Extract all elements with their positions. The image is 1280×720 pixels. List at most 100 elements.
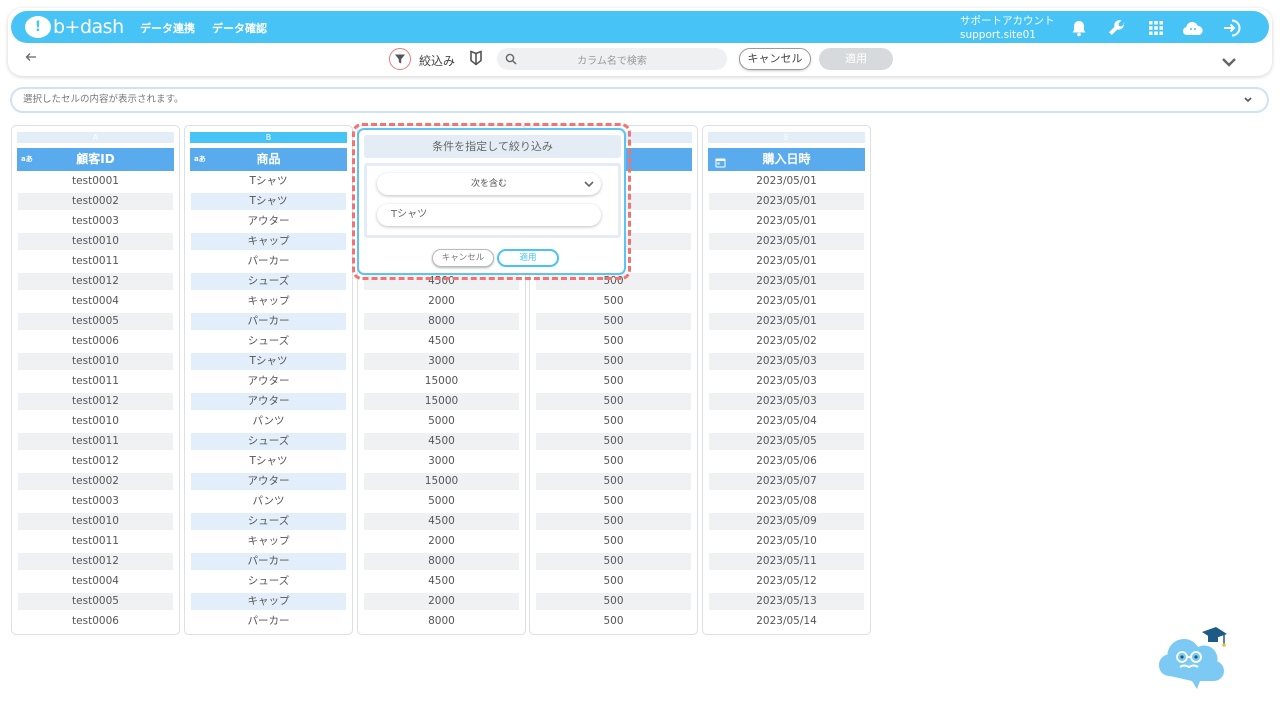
back-arrow-icon[interactable]: [25, 50, 37, 66]
table-cell[interactable]: 2023/05/04: [709, 413, 864, 430]
table-cell[interactable]: 2023/05/10: [709, 533, 864, 550]
table-cell[interactable]: 2023/05/06: [709, 453, 864, 470]
table-cell[interactable]: test0010: [18, 353, 173, 370]
table-cell[interactable]: test0012: [18, 393, 173, 410]
table-cell[interactable]: test0002: [18, 473, 173, 490]
wrench-icon[interactable]: [1106, 17, 1128, 39]
table-cell[interactable]: 500: [536, 393, 691, 410]
table-cell[interactable]: 500: [536, 373, 691, 390]
table-cell[interactable]: test0006: [18, 613, 173, 630]
table-cell[interactable]: 15000: [364, 373, 519, 390]
grid-apps-icon[interactable]: [1145, 17, 1167, 39]
table-cell[interactable]: 500: [536, 553, 691, 570]
table-cell[interactable]: 2023/05/08: [709, 493, 864, 510]
table-cell[interactable]: 2023/05/14: [709, 613, 864, 630]
column-letter[interactable]: A: [17, 132, 174, 143]
table-cell[interactable]: 2023/05/01: [709, 213, 864, 230]
table-cell[interactable]: test0010: [18, 233, 173, 250]
table-cell[interactable]: 500: [536, 593, 691, 610]
table-cell[interactable]: パーカー: [191, 253, 346, 270]
table-cell[interactable]: キャップ: [191, 533, 346, 550]
table-cell[interactable]: Tシャツ: [191, 453, 346, 470]
table-cell[interactable]: シューズ: [191, 433, 346, 450]
table-cell[interactable]: 2023/05/03: [709, 373, 864, 390]
table-cell[interactable]: 500: [536, 413, 691, 430]
table-cell[interactable]: 2023/05/01: [709, 193, 864, 210]
popup-cancel-button[interactable]: キャンセル: [432, 249, 494, 267]
table-cell[interactable]: test0012: [18, 553, 173, 570]
table-cell[interactable]: 500: [536, 513, 691, 530]
table-cell[interactable]: test0004: [18, 293, 173, 310]
table-cell[interactable]: 500: [536, 473, 691, 490]
column-letter[interactable]: B: [190, 132, 347, 143]
table-cell[interactable]: 4500: [364, 573, 519, 590]
chevron-down-icon[interactable]: [1243, 90, 1253, 119]
table-cell[interactable]: test0011: [18, 253, 173, 270]
cloud-mascot-icon[interactable]: [1182, 17, 1204, 39]
table-cell[interactable]: パーカー: [191, 313, 346, 330]
table-cell[interactable]: test0011: [18, 433, 173, 450]
table-cell[interactable]: 2023/05/09: [709, 513, 864, 530]
table-cell[interactable]: パーカー: [191, 613, 346, 630]
nav-link-data-integration[interactable]: データ連携: [140, 20, 195, 36]
table-cell[interactable]: Tシャツ: [191, 353, 346, 370]
table-cell[interactable]: アウター: [191, 393, 346, 410]
table-cell[interactable]: test0011: [18, 533, 173, 550]
table-cell[interactable]: 4500: [364, 433, 519, 450]
table-cell[interactable]: パンツ: [191, 413, 346, 430]
table-cell[interactable]: シューズ: [191, 273, 346, 290]
table-cell[interactable]: test0010: [18, 513, 173, 530]
table-cell[interactable]: test0003: [18, 213, 173, 230]
table-cell[interactable]: 4500: [364, 333, 519, 350]
table-cell[interactable]: 2023/05/01: [709, 233, 864, 250]
chevron-down-icon[interactable]: [1221, 52, 1237, 71]
bookmark-shield-icon[interactable]: [469, 50, 483, 70]
table-cell[interactable]: 2023/05/01: [709, 273, 864, 290]
table-cell[interactable]: シューズ: [191, 513, 346, 530]
table-cell[interactable]: 500: [536, 533, 691, 550]
table-cell[interactable]: 2023/05/11: [709, 553, 864, 570]
column-header[interactable]: aあ 商品: [190, 148, 347, 171]
table-cell[interactable]: パンツ: [191, 493, 346, 510]
table-cell[interactable]: 500: [536, 433, 691, 450]
table-cell[interactable]: 8000: [364, 313, 519, 330]
condition-select[interactable]: 次を含む: [377, 173, 601, 195]
table-cell[interactable]: 2023/05/03: [709, 353, 864, 370]
table-cell[interactable]: 500: [536, 333, 691, 350]
table-cell[interactable]: 2023/05/01: [709, 293, 864, 310]
table-cell[interactable]: 500: [536, 353, 691, 370]
column-letter[interactable]: E: [708, 132, 865, 143]
table-cell[interactable]: キャップ: [191, 233, 346, 250]
table-cell[interactable]: test0002: [18, 193, 173, 210]
toolbar-cancel-button[interactable]: キャンセル: [739, 48, 811, 70]
table-cell[interactable]: アウター: [191, 373, 346, 390]
logout-icon[interactable]: [1221, 17, 1243, 39]
table-cell[interactable]: Tシャツ: [191, 173, 346, 190]
table-cell[interactable]: test0012: [18, 453, 173, 470]
table-cell[interactable]: 500: [536, 453, 691, 470]
table-cell[interactable]: Tシャツ: [191, 193, 346, 210]
table-cell[interactable]: 2023/05/12: [709, 573, 864, 590]
table-cell[interactable]: test0011: [18, 373, 173, 390]
table-cell[interactable]: パーカー: [191, 553, 346, 570]
table-cell[interactable]: test0001: [18, 173, 173, 190]
cell-content-bar[interactable]: 選択したセルの内容が表示されます。: [10, 87, 1269, 113]
table-cell[interactable]: test0012: [18, 273, 173, 290]
table-cell[interactable]: 3000: [364, 353, 519, 370]
table-cell[interactable]: test0006: [18, 333, 173, 350]
table-cell[interactable]: 5000: [364, 493, 519, 510]
table-cell[interactable]: 8000: [364, 613, 519, 630]
table-cell[interactable]: キャップ: [191, 293, 346, 310]
table-cell[interactable]: test0005: [18, 313, 173, 330]
bell-icon[interactable]: [1068, 17, 1090, 39]
table-cell[interactable]: シューズ: [191, 333, 346, 350]
table-cell[interactable]: test0003: [18, 493, 173, 510]
table-cell[interactable]: 2000: [364, 533, 519, 550]
table-cell[interactable]: アウター: [191, 213, 346, 230]
table-cell[interactable]: 500: [536, 293, 691, 310]
table-cell[interactable]: 15000: [364, 393, 519, 410]
column-header[interactable]: 購入日時: [708, 148, 865, 171]
table-cell[interactable]: 2023/05/05: [709, 433, 864, 450]
popup-apply-button[interactable]: 適用: [497, 249, 559, 267]
table-cell[interactable]: test0010: [18, 413, 173, 430]
